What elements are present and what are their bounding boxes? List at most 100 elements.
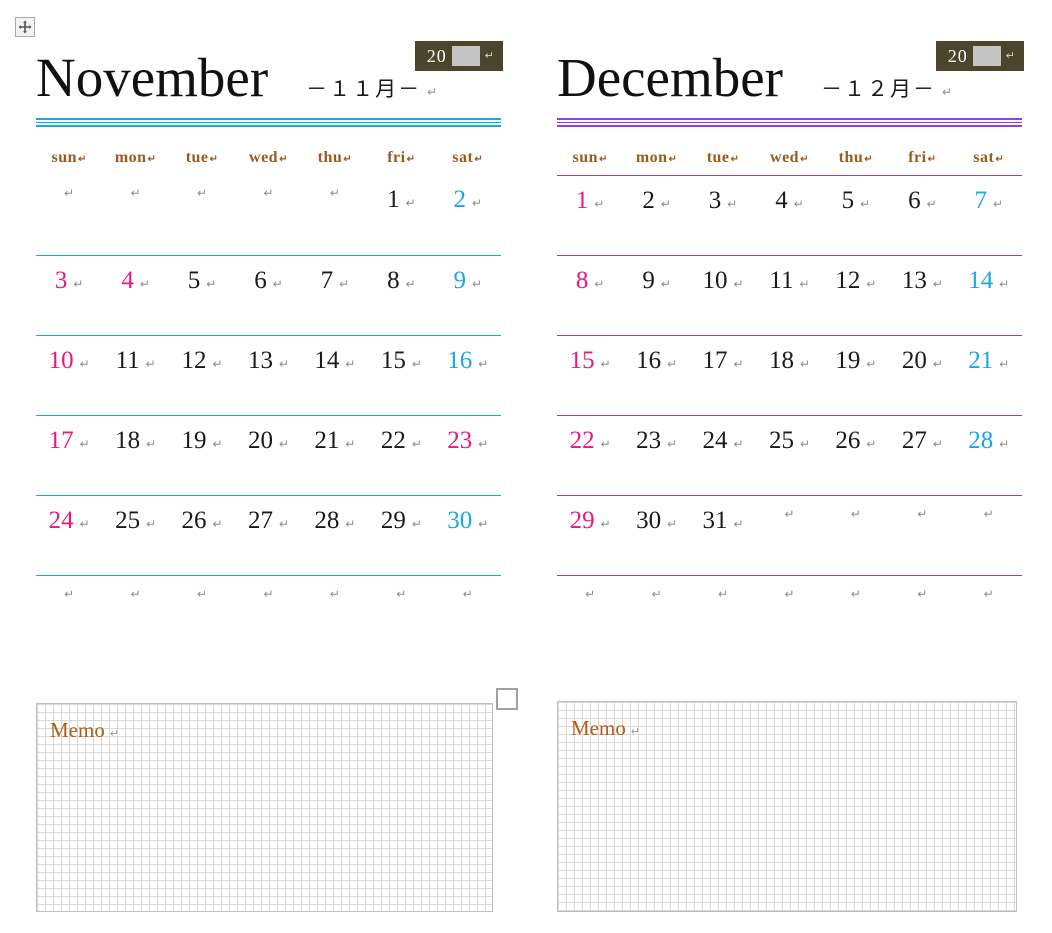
day-cell[interactable]: 13 ↵ [889,256,955,293]
day-number: 28 [314,507,340,534]
day-cell: ↵ [435,576,501,600]
year-input-field[interactable] [451,46,480,66]
paragraph-mark-icon: ↵ [733,517,744,531]
day-cell[interactable]: 15 ↵ [557,336,623,373]
day-cell[interactable]: 23 ↵ [623,416,689,453]
selection-anchor-square-icon[interactable] [496,688,518,710]
paragraph-mark-icon: ↵ [345,517,356,531]
day-cell[interactable]: 14 ↵ [302,336,368,373]
day-cell[interactable]: 12 ↵ [823,256,889,293]
day-cell[interactable]: 7 ↵ [302,256,368,293]
day-cell[interactable]: 27 ↵ [235,496,301,533]
paragraph-mark-icon: ↵ [927,154,937,165]
header-triple-rule-november [36,118,501,127]
month-column-december: 20 ↵ December －１２月－ ↵ sun↵ mon↵ tue↵ wed↵ thu↵ fri… [557,36,1024,655]
day-cell[interactable]: 23 ↵ [435,416,501,453]
year-prefix-label: 20 [426,46,447,66]
day-cell[interactable]: 31 ↵ [690,496,756,533]
day-cell[interactable]: 16 ↵ [435,336,501,373]
day-cell[interactable]: 24 ↵ [690,416,756,453]
day-cell[interactable]: 10 ↵ [36,336,102,373]
day-number: 17 [48,427,74,454]
day-cell[interactable]: 2 ↵ [435,175,501,212]
day-cell[interactable]: 29 ↵ [368,496,434,533]
day-cell[interactable]: 1 ↵ [557,176,623,213]
day-cell[interactable]: 14 ↵ [956,256,1022,293]
year-badge-november[interactable]: 20 ↵ [414,41,503,71]
day-number: 2 [453,186,467,213]
day-cell[interactable]: 2 ↵ [623,176,689,213]
weekday-label: thu [317,149,343,166]
day-cell[interactable]: 10 ↵ [690,256,756,293]
day-cell[interactable]: 17 ↵ [36,416,102,453]
day-cell[interactable]: 13 ↵ [235,336,301,373]
day-cell[interactable]: 8 ↵ [557,256,623,293]
memo-label-november: Memo ↵ [50,720,119,741]
day-cell[interactable]: 26 ↵ [823,416,889,453]
memo-box-november[interactable]: Memo ↵ [36,703,493,912]
weekday-header-row-november: sun↵ mon↵ tue↵ wed↵ thu↵ fri↵ sat↵ [36,127,501,175]
day-cell[interactable]: 21 ↵ [302,416,368,453]
year-badge-december[interactable]: 20 ↵ [935,41,1024,71]
day-cell[interactable]: 29 ↵ [557,496,623,533]
day-cell[interactable]: 1 ↵ [368,175,434,212]
paragraph-mark-icon: ↵ [983,507,994,521]
day-cell[interactable]: 16 ↵ [623,336,689,373]
day-cell[interactable]: 28 ↵ [956,416,1022,453]
day-cell[interactable]: 28 ↵ [302,496,368,533]
day-cell[interactable]: 11 ↵ [756,256,822,293]
day-cell[interactable]: 27 ↵ [889,416,955,453]
paragraph-mark-icon: ↵ [932,437,943,451]
day-cell: ↵ [889,576,955,600]
day-cell[interactable]: 9 ↵ [435,256,501,293]
day-cell[interactable]: 17 ↵ [690,336,756,373]
day-cell[interactable]: 26 ↵ [169,496,235,533]
day-cell[interactable]: 18 ↵ [756,336,822,373]
day-cell[interactable]: 30 ↵ [435,496,501,533]
week-row: ↵ ↵ ↵ ↵ ↵ ↵ ↵ [36,575,501,655]
memo-box-december[interactable]: Memo ↵ [557,701,1017,912]
day-number: 19 [835,347,861,374]
day-cell[interactable]: 24 ↵ [36,496,102,533]
weekday-header-wed: wed↵ [756,149,822,167]
weekday-label: sat [973,149,995,166]
day-cell[interactable]: 22 ↵ [557,416,623,453]
paragraph-mark-icon: ↵ [668,154,678,165]
week-row: 1 ↵ 2 ↵ 3 ↵ 4 ↵ 5 ↵ 6 ↵ 7 ↵ [557,175,1022,255]
paragraph-mark-icon: ↵ [718,587,729,601]
day-cell[interactable]: 5 ↵ [823,176,889,213]
day-cell[interactable]: 9 ↵ [623,256,689,293]
day-cell[interactable]: 30 ↵ [623,496,689,533]
day-number: 28 [968,427,994,454]
day-cell[interactable]: 25 ↵ [102,496,168,533]
day-cell[interactable]: 12 ↵ [169,336,235,373]
day-cell[interactable]: 18 ↵ [102,416,168,453]
weekday-header-fri: fri↵ [368,149,434,167]
day-cell[interactable]: 8 ↵ [368,256,434,293]
day-cell: ↵ [756,576,822,600]
day-cell[interactable]: 20 ↵ [889,336,955,373]
day-cell[interactable]: 5 ↵ [169,256,235,293]
day-cell[interactable]: 3 ↵ [690,176,756,213]
day-cell[interactable]: 3 ↵ [36,256,102,293]
day-cell[interactable]: 15 ↵ [368,336,434,373]
day-cell[interactable]: 4 ↵ [102,256,168,293]
day-cell[interactable]: 19 ↵ [169,416,235,453]
day-cell[interactable]: 7 ↵ [956,176,1022,213]
day-cell[interactable]: 19 ↵ [823,336,889,373]
paragraph-mark-icon: ↵ [784,507,795,521]
day-cell[interactable]: 6 ↵ [235,256,301,293]
day-cell[interactable]: 22 ↵ [368,416,434,453]
move-handle-icon[interactable] [15,17,35,37]
year-input-field[interactable] [972,46,1001,66]
day-cell[interactable]: 11 ↵ [102,336,168,373]
day-cell[interactable]: 6 ↵ [889,176,955,213]
day-cell[interactable]: 25 ↵ [756,416,822,453]
paragraph-mark-icon: ↵ [667,357,678,371]
day-cell[interactable]: 4 ↵ [756,176,822,213]
weekday-label: tue [185,149,209,166]
week-row: ↵ ↵ ↵ ↵ ↵ 1 ↵ 2 ↵ [36,175,501,255]
day-number: 20 [247,427,273,454]
day-cell[interactable]: 21 ↵ [956,336,1022,373]
day-cell[interactable]: 20 ↵ [235,416,301,453]
